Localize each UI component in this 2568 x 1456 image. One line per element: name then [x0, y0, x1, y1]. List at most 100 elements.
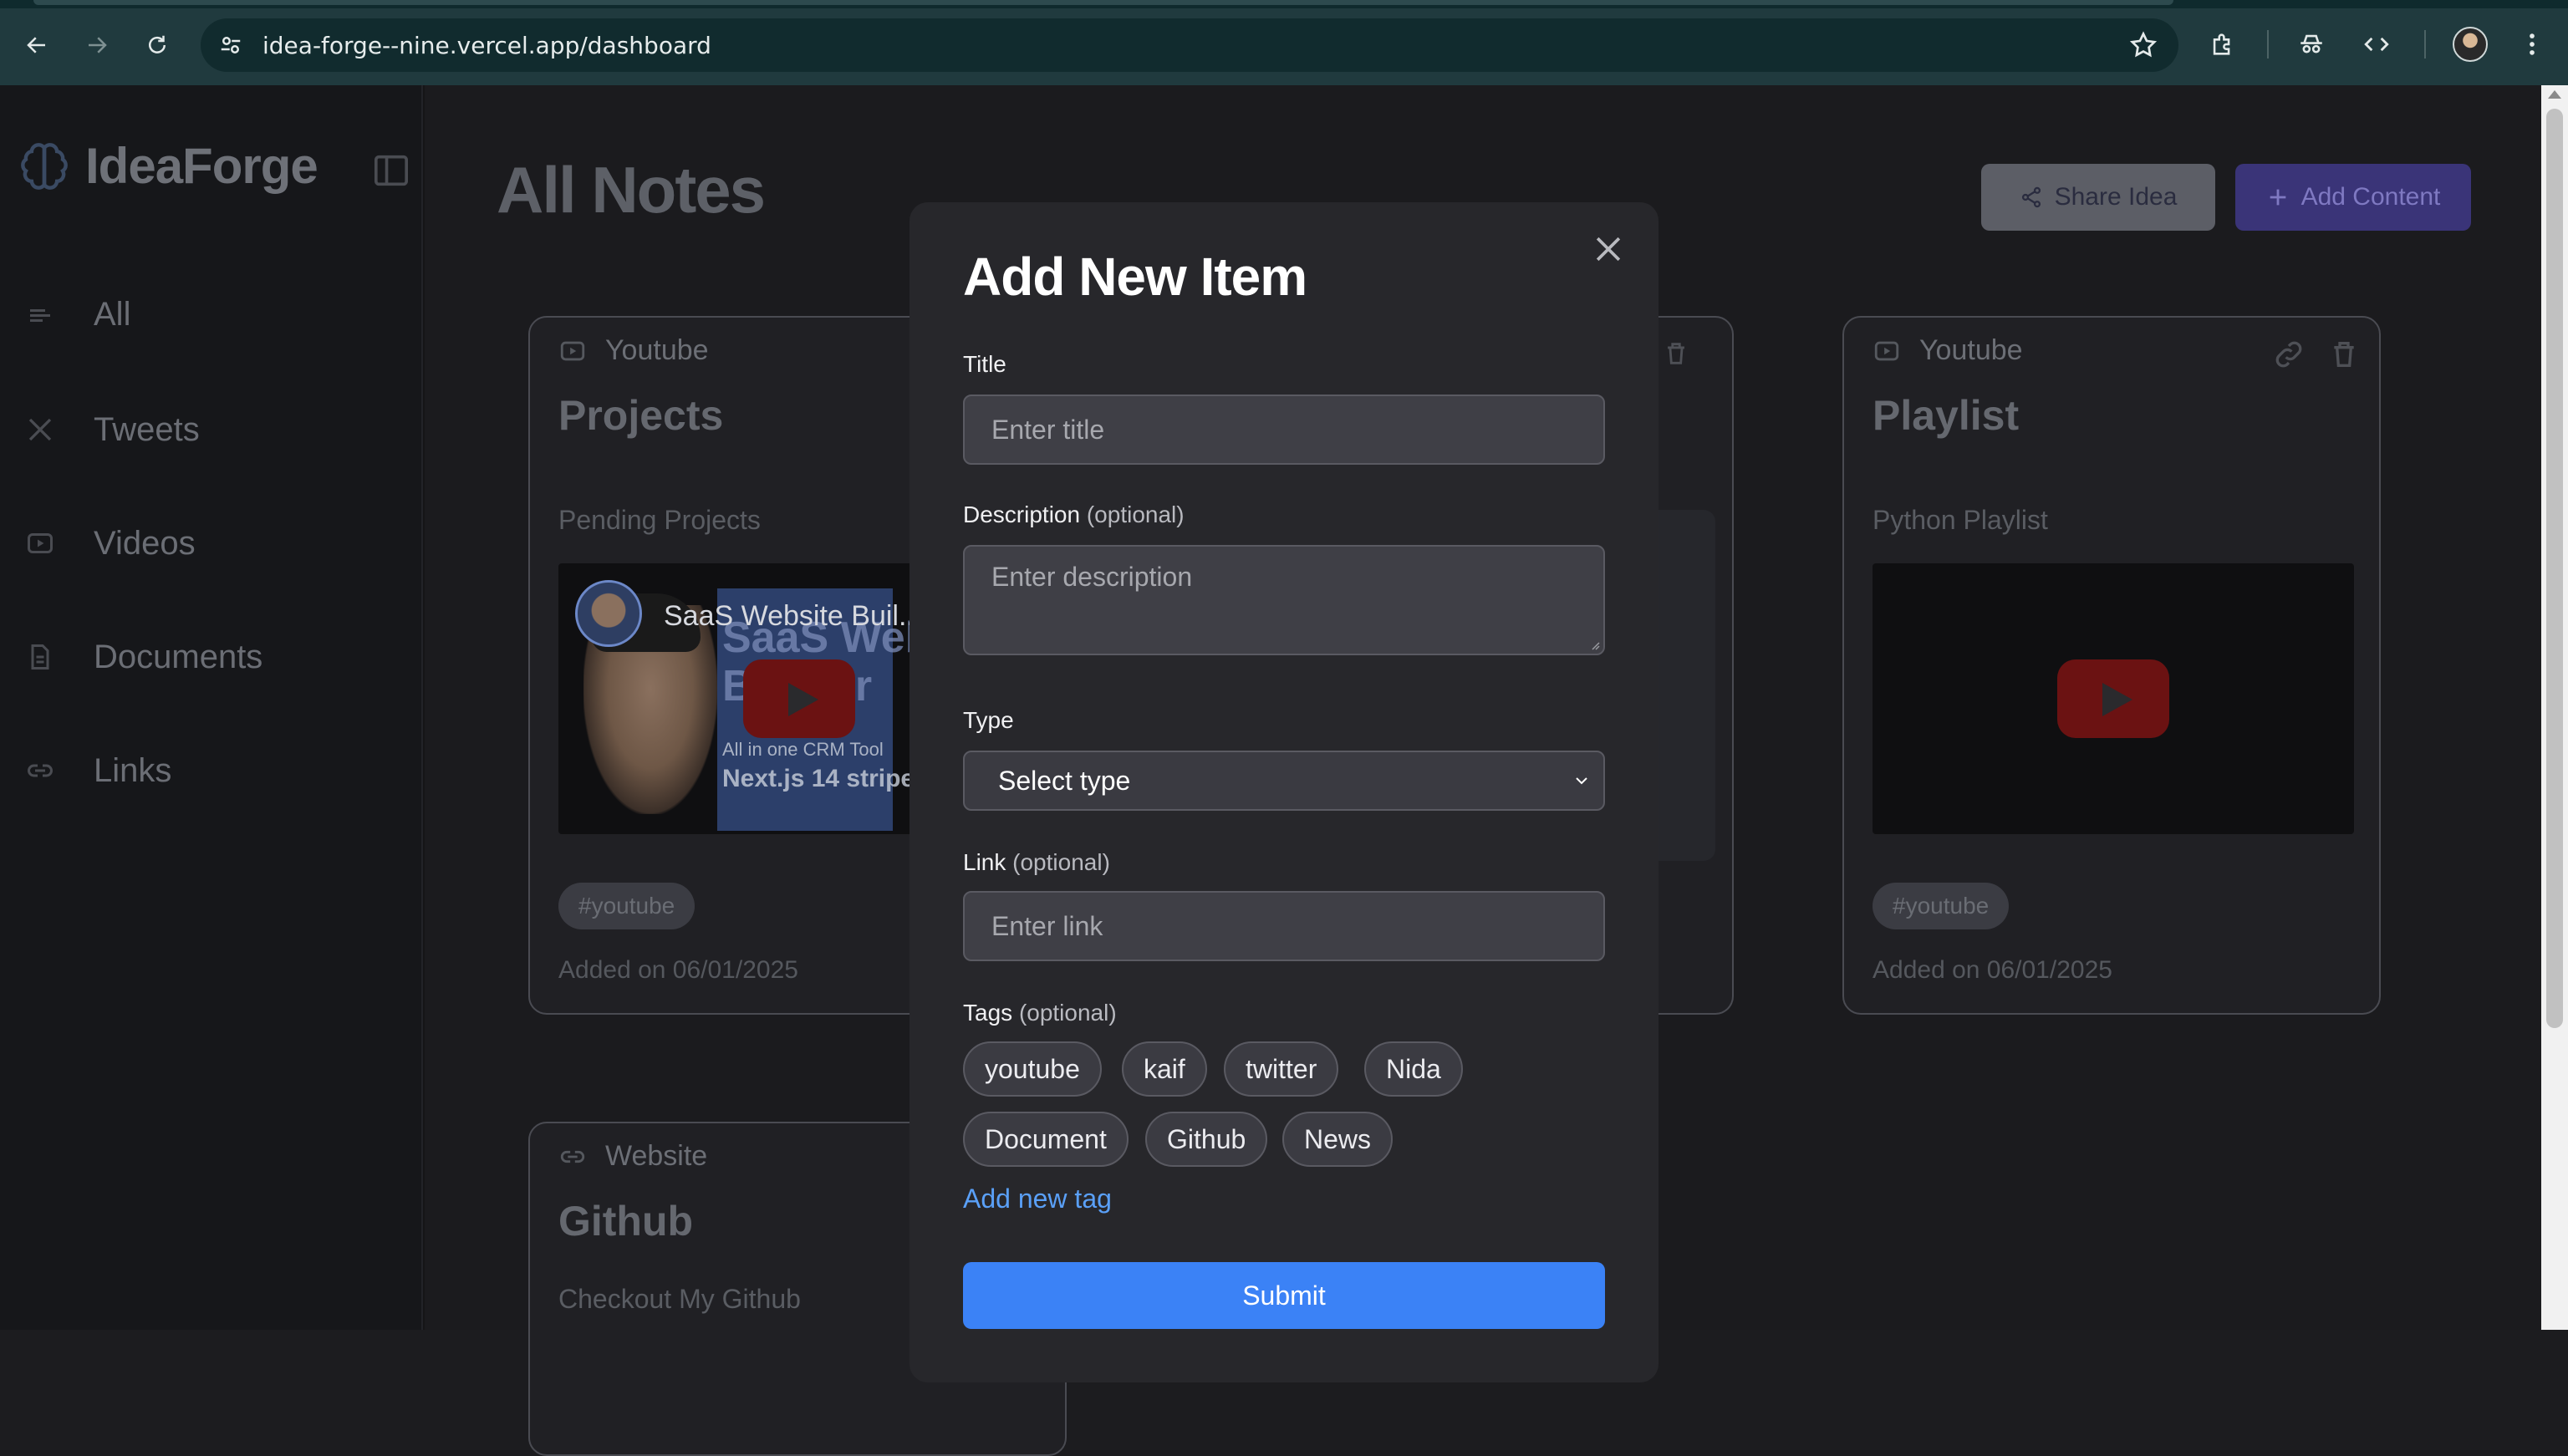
- active-tab[interactable]: [33, 0, 2173, 5]
- card-title: Projects: [558, 392, 724, 439]
- card-kind-label: Youtube: [1919, 334, 2023, 366]
- link-placeholder: Enter link: [991, 911, 1103, 941]
- code-brackets-icon: [2364, 37, 2389, 52]
- youtube-embed[interactable]: [1872, 563, 2354, 834]
- card-description: Python Playlist: [1872, 505, 2048, 535]
- card-kind-label: Website: [605, 1140, 708, 1172]
- youtube-play-icon[interactable]: [743, 659, 855, 738]
- card-added-date: Added on 06/01/2025: [1872, 956, 2112, 984]
- reload-icon: [149, 35, 166, 53]
- tag-chip-document[interactable]: Document: [963, 1112, 1129, 1167]
- menu-button[interactable]: [2513, 25, 2551, 64]
- plus-icon: [2270, 189, 2285, 206]
- optional-hint: (optional): [1012, 849, 1110, 875]
- page-title: All Notes: [497, 153, 766, 227]
- tag-chip-twitter[interactable]: twitter: [1224, 1041, 1339, 1097]
- type-label: Type: [963, 707, 1014, 734]
- trash-icon[interactable]: [2327, 338, 2361, 371]
- puzzle-icon: [2213, 33, 2230, 55]
- share-idea-button[interactable]: Share Idea: [1981, 164, 2215, 231]
- address-bar[interactable]: idea-forge--nine.vercel.app/dashboard: [201, 18, 2178, 72]
- optional-hint: (optional): [1018, 1000, 1117, 1026]
- card-description: Pending Projects: [558, 505, 761, 535]
- card-title: Github: [558, 1198, 694, 1245]
- description-label-text: Description: [963, 501, 1081, 527]
- arrow-right-icon: [89, 37, 107, 53]
- add-content-label: Add Content: [2300, 183, 2441, 211]
- profile-avatar[interactable]: [2453, 27, 2488, 62]
- card-kind: Youtube: [558, 334, 709, 367]
- channel-avatar[interactable]: [575, 580, 642, 647]
- card-title: Playlist: [1872, 392, 2020, 439]
- sidebar-item-videos[interactable]: Videos: [25, 518, 196, 568]
- sidebar-item-tweets[interactable]: Tweets: [25, 405, 200, 455]
- link-input[interactable]: Enter link: [963, 891, 1605, 961]
- tags-label: Tags (optional): [963, 1000, 1117, 1026]
- brain-icon: [21, 142, 68, 190]
- youtube-play-icon[interactable]: [2057, 659, 2169, 738]
- forward-button[interactable]: [77, 25, 117, 65]
- arrow-left-icon: [27, 37, 45, 53]
- lines-icon: [30, 309, 50, 322]
- title-input[interactable]: Enter title: [963, 395, 1605, 465]
- close-icon[interactable]: [1590, 231, 1627, 267]
- tag-chip-youtube[interactable]: youtube: [963, 1041, 1102, 1097]
- sidebar-item-links[interactable]: Links: [25, 746, 171, 796]
- modal-title: Add New Item: [963, 247, 1307, 307]
- brand-name: IdeaForge: [85, 138, 318, 194]
- incognito-icon: [2300, 34, 2322, 53]
- bookmark-star-icon[interactable]: [2128, 30, 2158, 60]
- optional-hint: (optional): [1086, 501, 1185, 527]
- add-content-button[interactable]: Add Content: [2235, 164, 2471, 231]
- document-icon: [31, 644, 49, 669]
- sidebar-toggle-icon[interactable]: [373, 154, 410, 187]
- incognito-button[interactable]: [2292, 25, 2331, 64]
- tab-strip: [0, 0, 2568, 8]
- scrollbar-thumb[interactable]: [2546, 109, 2563, 1028]
- tag-chip-kaif[interactable]: kaif: [1122, 1041, 1207, 1097]
- reload-button[interactable]: [137, 25, 177, 65]
- type-selected-value: Select type: [998, 766, 1131, 796]
- app-root: IdeaForge All Tweets Videos Documents Li…: [0, 85, 2568, 1456]
- kebab-menu-icon: [2530, 33, 2535, 55]
- content-card[interactable]: Youtube Playlist Python Playlist #youtub…: [1842, 316, 2381, 1015]
- tag-chip-news[interactable]: News: [1282, 1112, 1394, 1167]
- link-icon[interactable]: [2272, 338, 2306, 371]
- add-new-tag-link[interactable]: Add new tag: [963, 1184, 1112, 1214]
- submit-button[interactable]: Submit: [963, 1262, 1605, 1329]
- sidebar-item-label: Videos: [94, 524, 196, 562]
- title-placeholder: Enter title: [991, 415, 1105, 445]
- devtools-button[interactable]: [2357, 25, 2396, 64]
- type-select[interactable]: Select type: [963, 751, 1605, 811]
- url-text[interactable]: idea-forge--nine.vercel.app/dashboard: [262, 32, 711, 59]
- extensions-button[interactable]: [2204, 25, 2242, 64]
- browser-toolbar: idea-forge--nine.vercel.app/dashboard: [0, 0, 2568, 85]
- back-button[interactable]: [17, 25, 57, 65]
- tag-chip-github[interactable]: Github: [1145, 1112, 1268, 1167]
- site-info-icon[interactable]: [216, 30, 246, 60]
- type-label-text: Type: [963, 707, 1014, 733]
- sidebar-item-documents[interactable]: Documents: [25, 632, 262, 682]
- sidebar-item-label: Links: [94, 751, 172, 789]
- chevron-down-icon: [1576, 777, 1587, 785]
- resize-grip-icon[interactable]: [1588, 639, 1600, 650]
- share-idea-label: Share Idea: [2054, 183, 2178, 211]
- sidebar-item-label: Documents: [94, 638, 263, 675]
- video-icon: [1874, 341, 1899, 360]
- card-kind-label: Youtube: [605, 334, 709, 366]
- link-label-text: Link: [963, 849, 1006, 875]
- video-title[interactable]: SaaS Website Buil...: [664, 600, 922, 633]
- title-label: Title: [963, 351, 1006, 378]
- card-tag: #youtube: [1872, 883, 2010, 929]
- trash-icon[interactable]: [1662, 339, 1690, 368]
- tag-chip-nida[interactable]: Nida: [1364, 1041, 1463, 1097]
- sidebar-item-all[interactable]: All: [25, 289, 130, 339]
- tags-label-text: Tags: [963, 1000, 1013, 1026]
- description-textarea[interactable]: Enter description: [963, 545, 1605, 655]
- card-added-date: Added on 06/01/2025: [558, 956, 798, 984]
- share-icon: [2021, 186, 2041, 208]
- link-icon: [560, 1150, 585, 1163]
- sidebar-item-label: Tweets: [94, 410, 200, 448]
- brand-logo[interactable]: IdeaForge: [17, 137, 318, 195]
- scroll-up-arrow-icon[interactable]: [2548, 90, 2561, 99]
